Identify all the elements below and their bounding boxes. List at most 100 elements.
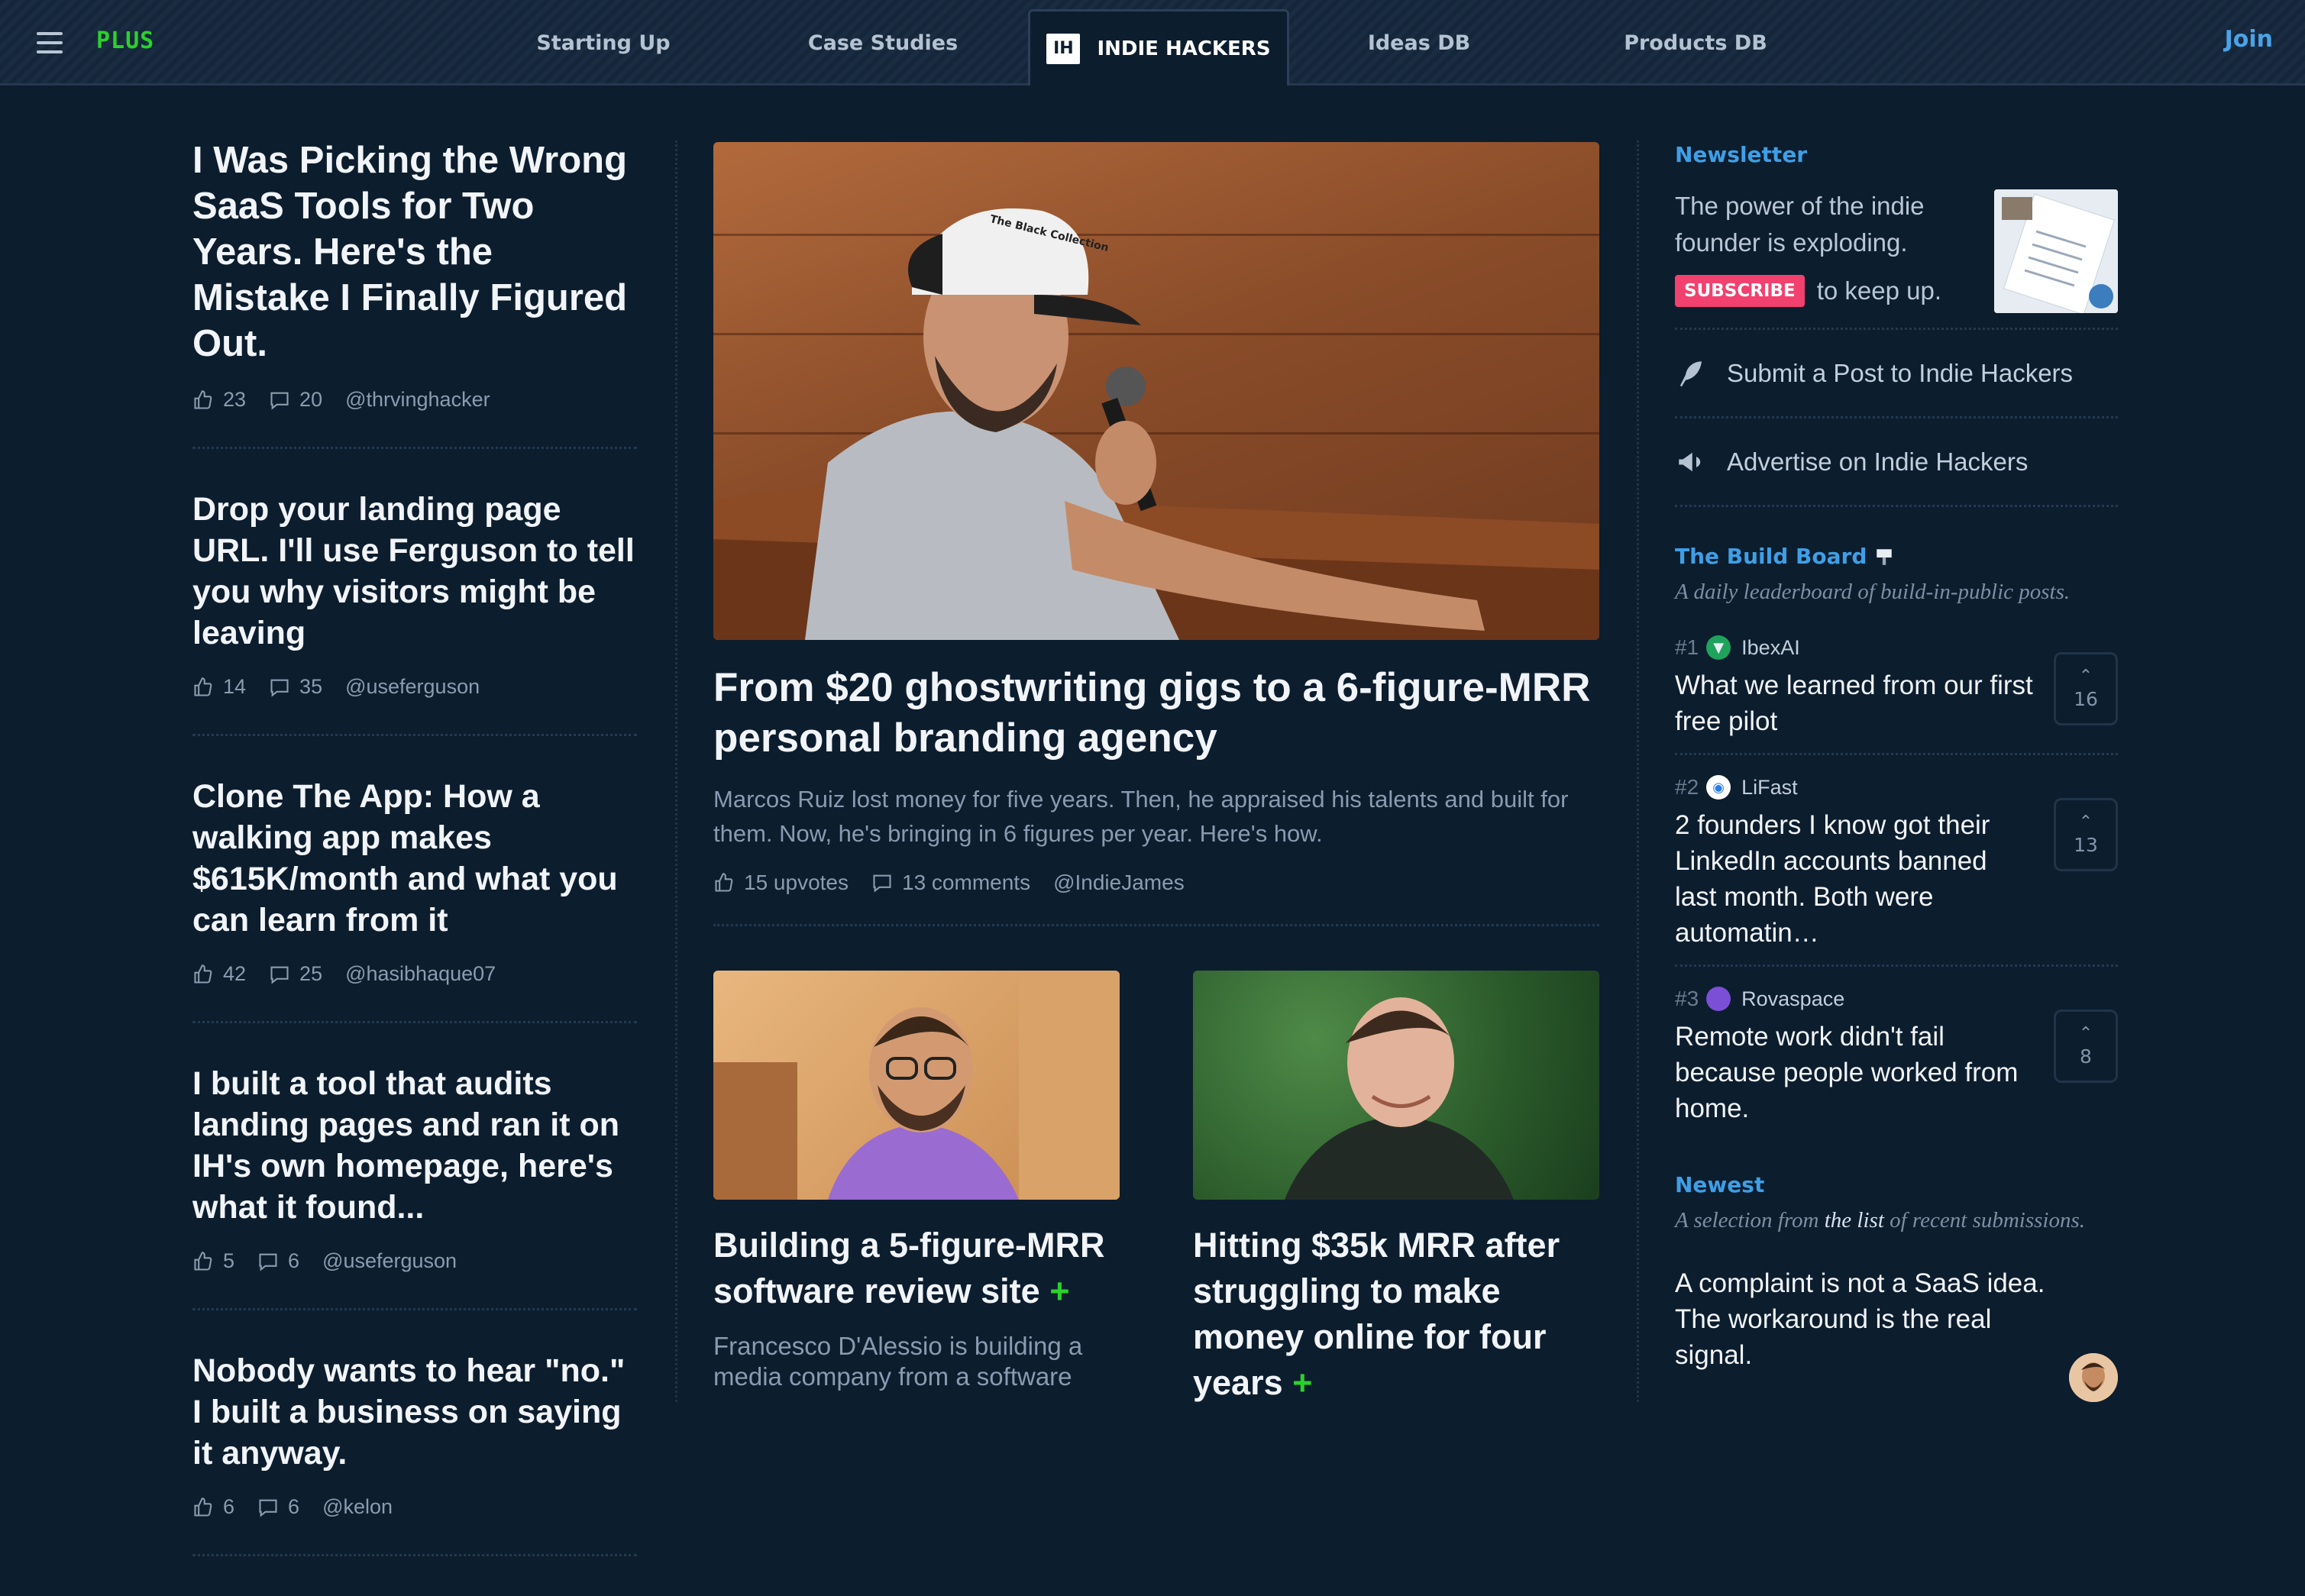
comment-icon (873, 874, 891, 893)
chevron-up-icon: ⌃ (2078, 666, 2093, 686)
story-card[interactable]: Hitting $35k MRR after struggling to mak… (1193, 971, 1599, 1423)
leaderboard-item[interactable]: #1 ▼ IbexAI What we learned from our fir… (1675, 635, 2118, 755)
hero-title[interactable]: From $20 ghostwriting gigs to a 6-figure… (713, 663, 1599, 764)
thumbs-up-icon (194, 389, 212, 409)
newsletter-text: The power of the indie founder is explod… (1675, 192, 1925, 257)
brand-name[interactable]: IbexAI (1741, 636, 1800, 660)
post-title[interactable]: Clone The App: How a walking app makes $… (192, 776, 637, 941)
brand-name[interactable]: Rovaspace (1741, 987, 1844, 1011)
leaderboard-title[interactable]: 2 founders I know got their LinkedIn acc… (1675, 807, 2034, 951)
thumbs-up-icon (194, 1497, 212, 1517)
thumbs-up-icon (194, 677, 212, 696)
newsletter-box: Newsletter The power of the indie founde… (1675, 142, 2118, 330)
avatar[interactable] (2069, 1353, 2118, 1402)
newest-label[interactable]: Newest (1675, 1172, 2118, 1197)
brand-name[interactable]: LiFast (1741, 776, 1798, 800)
comment-count[interactable]: 6 (257, 1249, 299, 1273)
advertise-link[interactable]: Advertise on Indie Hackers (1675, 418, 2118, 507)
comment-count[interactable]: 20 (269, 388, 322, 412)
post-title[interactable]: Nobody wants to hear "no." I built a bus… (192, 1350, 637, 1474)
top-nav: PLUS Starting Up Case Studies IH INDIE H… (0, 0, 2305, 86)
comment-icon (259, 1253, 277, 1271)
post-author[interactable]: @IndieJames (1053, 871, 1185, 895)
tab-starting-up[interactable]: Starting Up (527, 0, 680, 86)
card-title[interactable]: Building a 5-figure-MRR software review … (713, 1223, 1120, 1314)
divider (713, 924, 1599, 926)
list-item[interactable]: I built a tool that audits landing pages… (192, 1063, 637, 1310)
subscribe-button[interactable]: SUBSCRIBE (1675, 275, 1805, 307)
comment-icon (270, 679, 289, 697)
post-author[interactable]: @thrvinghacker (345, 388, 490, 412)
card-image[interactable] (713, 971, 1120, 1200)
hero-subtitle: Marcos Ruiz lost money for five years. T… (713, 786, 1569, 847)
card-subtitle: Francesco D'Alessio is building a media … (713, 1332, 1083, 1391)
card-image[interactable] (1193, 971, 1599, 1200)
build-board-header: The Build Board (1675, 544, 2118, 569)
list-item[interactable]: Clone The App: How a walking app makes $… (192, 776, 637, 1023)
comment-count[interactable]: 25 (269, 962, 322, 986)
rank: #1 (1675, 635, 1699, 659)
post-meta: 6 6 @kelon (192, 1495, 637, 1519)
story-card[interactable]: Building a 5-figure-MRR software review … (713, 971, 1120, 1423)
comment-count[interactable]: 6 (257, 1495, 299, 1519)
post-meta: 23 20 @thrvinghacker (192, 388, 637, 412)
build-board-desc: A daily leaderboard of build-in-public p… (1675, 580, 2071, 604)
post-title[interactable]: I built a tool that audits landing pages… (192, 1063, 637, 1228)
comment-count[interactable]: 35 (269, 675, 322, 699)
tab-ideas-db[interactable]: Ideas DB (1343, 0, 1495, 86)
post-author[interactable]: @useferguson (345, 675, 480, 699)
post-author[interactable]: @hasibhaque07 (345, 962, 496, 986)
list-item[interactable]: Drop your landing page URL. I'll use Fer… (192, 489, 637, 736)
the-list-link[interactable]: the list (1825, 1208, 1884, 1233)
thumbs-up-icon (194, 964, 212, 984)
chevron-up-icon: ⌃ (2078, 1023, 2093, 1043)
upvote-count[interactable]: 42 (192, 962, 246, 986)
post-title[interactable]: Drop your landing page URL. I'll use Fer… (192, 489, 637, 654)
upvote-count[interactable]: 6 (192, 1495, 234, 1519)
upvote-count[interactable]: 14 (192, 675, 246, 699)
tab-indie-hackers[interactable]: IH INDIE HACKERS (1028, 9, 1289, 86)
ibexai-logo-icon: ▼ (1706, 635, 1731, 660)
tab-products-db[interactable]: Products DB (1619, 0, 1772, 86)
submit-post-link[interactable]: Submit a Post to Indie Hackers (1675, 330, 2118, 418)
leaderboard-title[interactable]: What we learned from our first free pilo… (1675, 667, 2034, 739)
newest-post-title[interactable]: A complaint is not a SaaS idea. The work… (1675, 1265, 2049, 1373)
thumbs-up-icon (715, 873, 733, 892)
upvote-count[interactable]: 5 (192, 1249, 234, 1273)
hero-image[interactable]: The Black Collection (713, 142, 1599, 640)
card-row: Building a 5-figure-MRR software review … (713, 971, 1599, 1423)
megaphone-icon (1679, 452, 1701, 471)
list-item[interactable]: Nobody wants to hear "no." I built a bus… (192, 1350, 637, 1556)
chevron-up-icon: ⌃ (2078, 812, 2093, 832)
sidebar: Newsletter The power of the indie founde… (1675, 142, 2118, 1373)
ih-logo-icon: IH (1046, 33, 1081, 64)
leaderboard-item[interactable]: #2 ◉ LiFast 2 founders I know got their … (1675, 775, 2118, 967)
plus-logo[interactable]: PLUS (96, 27, 154, 54)
build-board-label[interactable]: The Build Board (1675, 544, 1867, 569)
post-author[interactable]: @kelon (322, 1495, 393, 1519)
upvote-count[interactable]: 23 (192, 388, 246, 412)
card-title[interactable]: Hitting $35k MRR after struggling to mak… (1193, 1223, 1599, 1406)
hero-meta: 15 upvotes 13 comments @IndieJames (713, 871, 1599, 895)
upvote-button[interactable]: ⌃ 13 (2054, 798, 2118, 871)
leaderboard-item[interactable]: #3 Rovaspace Remote work didn't fail bec… (1675, 987, 2118, 1140)
rovaspace-logo-icon (1706, 987, 1731, 1011)
join-link[interactable]: Join (2225, 26, 2273, 53)
comment-count[interactable]: 13 comments (871, 871, 1030, 895)
upvote-button[interactable]: ⌃ 8 (2054, 1010, 2118, 1083)
upvote-button[interactable]: ⌃ 16 (2054, 652, 2118, 725)
tab-indie-hackers-label: INDIE HACKERS (1097, 37, 1271, 60)
list-item[interactable]: I Was Picking the Wrong SaaS Tools for T… (192, 137, 637, 449)
rank: #2 (1675, 775, 1699, 799)
post-author[interactable]: @useferguson (322, 1249, 457, 1273)
newsletter-thumbnail[interactable] (1994, 189, 2118, 313)
upvote-count[interactable]: 15 upvotes (713, 871, 849, 895)
newsletter-label[interactable]: Newsletter (1675, 142, 2118, 167)
post-title[interactable]: I Was Picking the Wrong SaaS Tools for T… (192, 137, 637, 367)
column-divider (1637, 141, 1639, 1402)
menu-icon[interactable] (37, 32, 63, 53)
leaderboard-title[interactable]: Remote work didn't fail because people w… (1675, 1019, 2034, 1126)
comment-icon (259, 1499, 277, 1517)
tab-case-studies[interactable]: Case Studies (807, 0, 959, 86)
column-divider (675, 141, 677, 1402)
